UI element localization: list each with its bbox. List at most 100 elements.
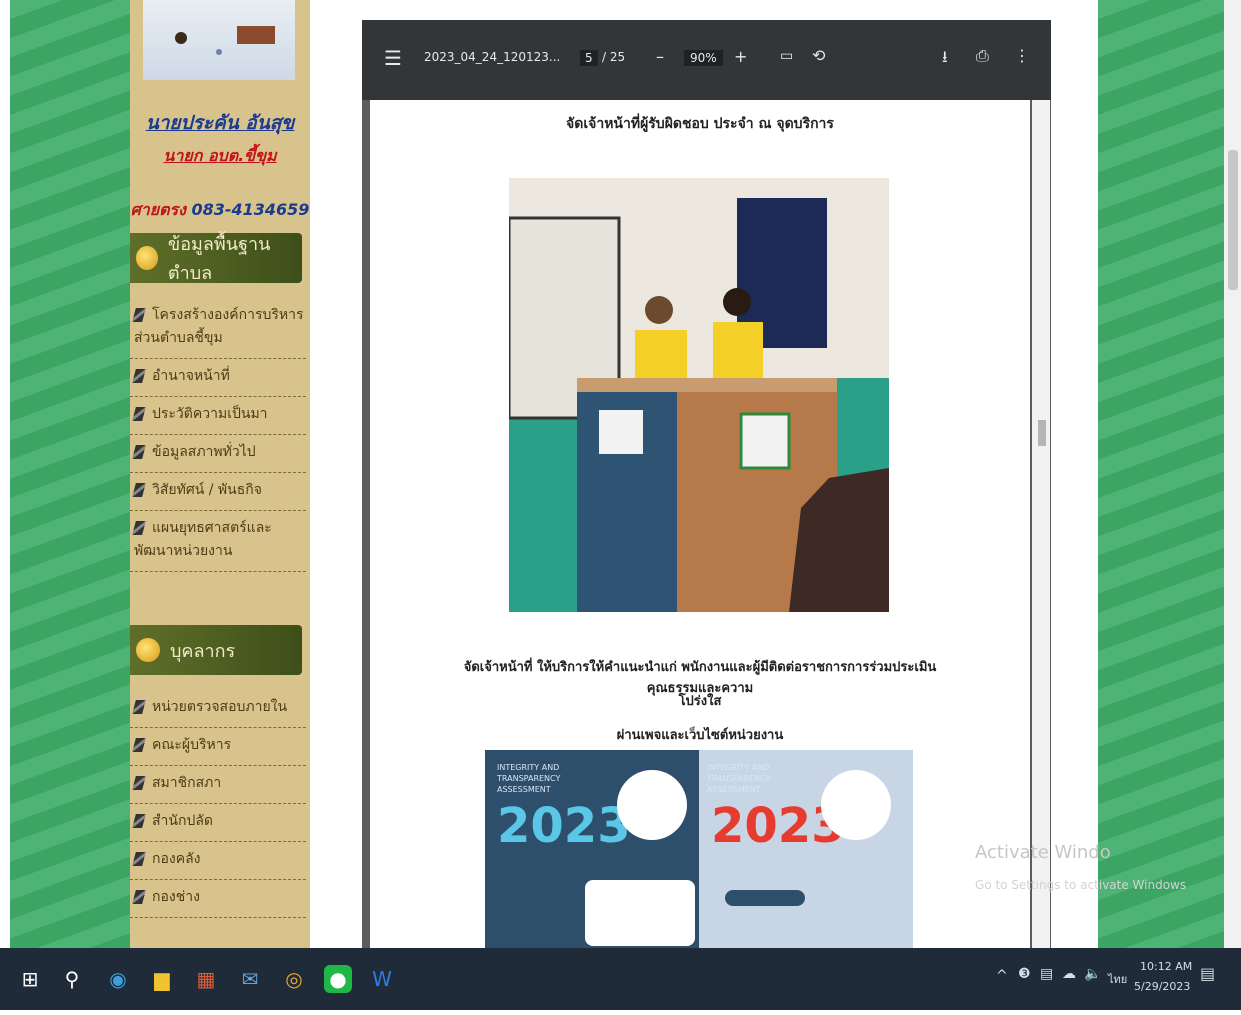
sidebar-item-structure[interactable]: โครงสร้างองค์การบริหารส่วนตำบลชี้ขุม (130, 298, 306, 359)
line-app-icon[interactable]: ● (324, 965, 352, 993)
pdf-filename: 2023_04_24_120123... (424, 50, 561, 64)
notification-icon[interactable]: ▤ (1200, 964, 1215, 983)
clock-time[interactable]: 10:12 AM (1140, 960, 1192, 973)
poster-badge-left (617, 770, 687, 840)
store-icon[interactable]: ▦ (192, 965, 220, 993)
activate-windows-title: Activate Windo (975, 842, 1111, 863)
page-scrollbar-thumb[interactable] (1228, 150, 1238, 290)
pdf-toolbar: ☰ 2023_04_24_120123... 5 / 25 – 90% + ▭ … (362, 20, 1051, 100)
network-icon[interactable]: ▤ (1040, 966, 1053, 982)
sidebar-item-label[interactable]: กองคลัง (152, 851, 201, 867)
pencil-icon (132, 852, 146, 866)
pencil-icon (132, 776, 146, 790)
sidebar-item-finance[interactable]: กองคลัง (130, 842, 306, 880)
sidebar-item-authority[interactable]: อำนาจหน้าที่ (130, 359, 306, 397)
sidebar-item-engineering[interactable]: กองช่าง (130, 880, 306, 918)
ita-poster: INTEGRITY AND TRANSPARENCY ASSESSMENT IN… (485, 750, 913, 950)
pencil-icon (132, 308, 146, 322)
pencil-icon (132, 369, 146, 383)
fit-page-icon[interactable]: ▭ (780, 48, 793, 64)
poster-phone-graphic (585, 880, 695, 946)
volume-icon[interactable]: 🔈 (1084, 966, 1101, 982)
zoom-out-button[interactable]: – (656, 47, 664, 66)
sidebar-item-label[interactable]: อำนาจหน้าที่ (152, 368, 230, 384)
pdf-heading: จัดเจ้าหน้าที่ผู้รับผิดชอบ ประจำ ณ จุดบร… (566, 116, 834, 132)
pencil-icon (132, 814, 146, 828)
section-personnel-title: บุคลากร (170, 640, 236, 662)
hotline-number[interactable]: 083-4134659 (191, 200, 309, 219)
edge-icon[interactable]: ◉ (104, 965, 132, 993)
download-icon[interactable]: ⭳ (942, 46, 948, 73)
pencil-icon (132, 890, 146, 904)
sidebar-item-label[interactable]: ข้อมูลสภาพทั่วไป (152, 444, 256, 460)
pdf-scrollbar[interactable] (1032, 100, 1050, 950)
poster-year-left: 2023 (497, 798, 631, 854)
chrome-icon[interactable]: ◎ (280, 965, 308, 993)
mayor-title: นายก อบต.ขี้ขุม (163, 146, 277, 165)
sidebar-item-label[interactable]: หน่วยตรวจสอบภายใน (152, 699, 287, 715)
pencil-icon (132, 483, 146, 497)
sidebar-item-label[interactable]: โครงสร้างองค์การบริหารส่วนตำบลชี้ขุม (134, 307, 303, 346)
sidebar-item-history[interactable]: ประวัติความเป็นมา (130, 397, 306, 435)
section-basic-info-title: ข้อมูลพื้นฐานตำบล (167, 234, 271, 284)
pdf-paragraph-line2: โปร่งใส (678, 694, 722, 709)
mail-icon[interactable]: ✉ (236, 965, 264, 993)
sidebar-item-label[interactable]: วิสัยทัศน์ / พันธกิจ (152, 482, 262, 498)
mayor-name: นายประคัน อันสุข (145, 112, 295, 134)
tray-app-icon[interactable]: ❸ (1018, 966, 1031, 982)
activate-windows-subtitle: Go to Settings to activate Windows (975, 878, 1187, 892)
pdf-scrollbar-thumb[interactable] (1038, 420, 1046, 446)
coin-icon (136, 638, 160, 662)
pencil-icon (132, 407, 146, 421)
pencil-icon (132, 445, 146, 459)
sidebar-item-executives[interactable]: คณะผู้บริหาร (130, 728, 306, 766)
windows-start-icon[interactable]: ⊞ (16, 965, 44, 993)
poster-badge-right (821, 770, 891, 840)
zoom-in-button[interactable]: + (734, 47, 747, 66)
coin-icon (136, 246, 158, 270)
section-basic-info: ข้อมูลพื้นฐานตำบล (130, 233, 302, 284)
page-scrollbar[interactable] (1224, 0, 1241, 948)
language-indicator[interactable]: ไทย (1108, 970, 1127, 988)
basic-info-menu: โครงสร้างองค์การบริหารส่วนตำบลชี้ขุม อำน… (130, 298, 306, 572)
more-options-icon[interactable]: ⋮ (1014, 46, 1030, 65)
sidebar-item-label[interactable]: สำนักปลัด (152, 813, 213, 829)
sidebar-item-label[interactable]: กองช่าง (152, 889, 200, 905)
service-counter-photo (509, 178, 889, 612)
pencil-icon (132, 700, 146, 714)
sidebar-item-internal-audit[interactable]: หน่วยตรวจสอบภายใน (130, 690, 306, 728)
word-icon[interactable]: W (368, 965, 396, 993)
mayor-photo (143, 0, 295, 80)
search-icon[interactable]: ⚲ (58, 965, 86, 993)
pdf-paragraph-line3: ผ่านเพจและเว็บไซต์หน่วยงาน (616, 728, 784, 743)
sidebar-item-label[interactable]: สมาชิกสภา (152, 775, 221, 791)
page-number-input[interactable]: 5 (580, 50, 598, 66)
pencil-icon (132, 521, 146, 535)
menu-icon[interactable]: ☰ (384, 46, 402, 70)
hotline-label: ศายตรง (130, 200, 186, 219)
tray-chevron-icon[interactable]: ^ (996, 968, 1008, 984)
onedrive-icon[interactable]: ☁ (1062, 966, 1076, 982)
page-background-right (1098, 0, 1224, 948)
rotate-icon[interactable]: ⟲ (812, 46, 825, 65)
personnel-menu: หน่วยตรวจสอบภายใน คณะผู้บริหาร สมาชิกสภา… (130, 690, 306, 918)
sidebar-item-council[interactable]: สมาชิกสภา (130, 766, 306, 804)
print-icon[interactable]: ⎙ (976, 46, 989, 66)
zoom-level[interactable]: 90% (684, 50, 723, 66)
sidebar-item-label[interactable]: คณะผู้บริหาร (152, 737, 231, 753)
clock-date[interactable]: 5/29/2023 (1134, 980, 1190, 993)
hotline[interactable]: ศายตรง 083-4134659 (130, 198, 310, 223)
sidebar-item-office[interactable]: สำนักปลัด (130, 804, 306, 842)
poster-caption-right: INTEGRITY AND TRANSPARENCY ASSESSMENT (707, 763, 771, 794)
file-explorer-icon[interactable]: ▆ (148, 965, 176, 993)
page-total: / 25 (602, 50, 626, 64)
taskbar: ⊞ ⚲ ◉ ▆ ▦ ✉ ◎ ● W ^ ❸ ▤ ☁ 🔈 ไทย 10:12 AM… (0, 948, 1241, 1010)
page-background-left (10, 0, 130, 948)
sidebar-item-label[interactable]: แผนยุทธศาสตร์และพัฒนาหน่วยงาน (134, 520, 272, 559)
sidebar-item-vision[interactable]: วิสัยทัศน์ / พันธกิจ (130, 473, 306, 511)
sidebar-item-general-info[interactable]: ข้อมูลสภาพทั่วไป (130, 435, 306, 473)
poster-pill-graphic (725, 890, 805, 906)
sidebar-item-strategy[interactable]: แผนยุทธศาสตร์และพัฒนาหน่วยงาน (130, 511, 306, 572)
pencil-icon (132, 738, 146, 752)
sidebar-item-label[interactable]: ประวัติความเป็นมา (152, 406, 268, 422)
